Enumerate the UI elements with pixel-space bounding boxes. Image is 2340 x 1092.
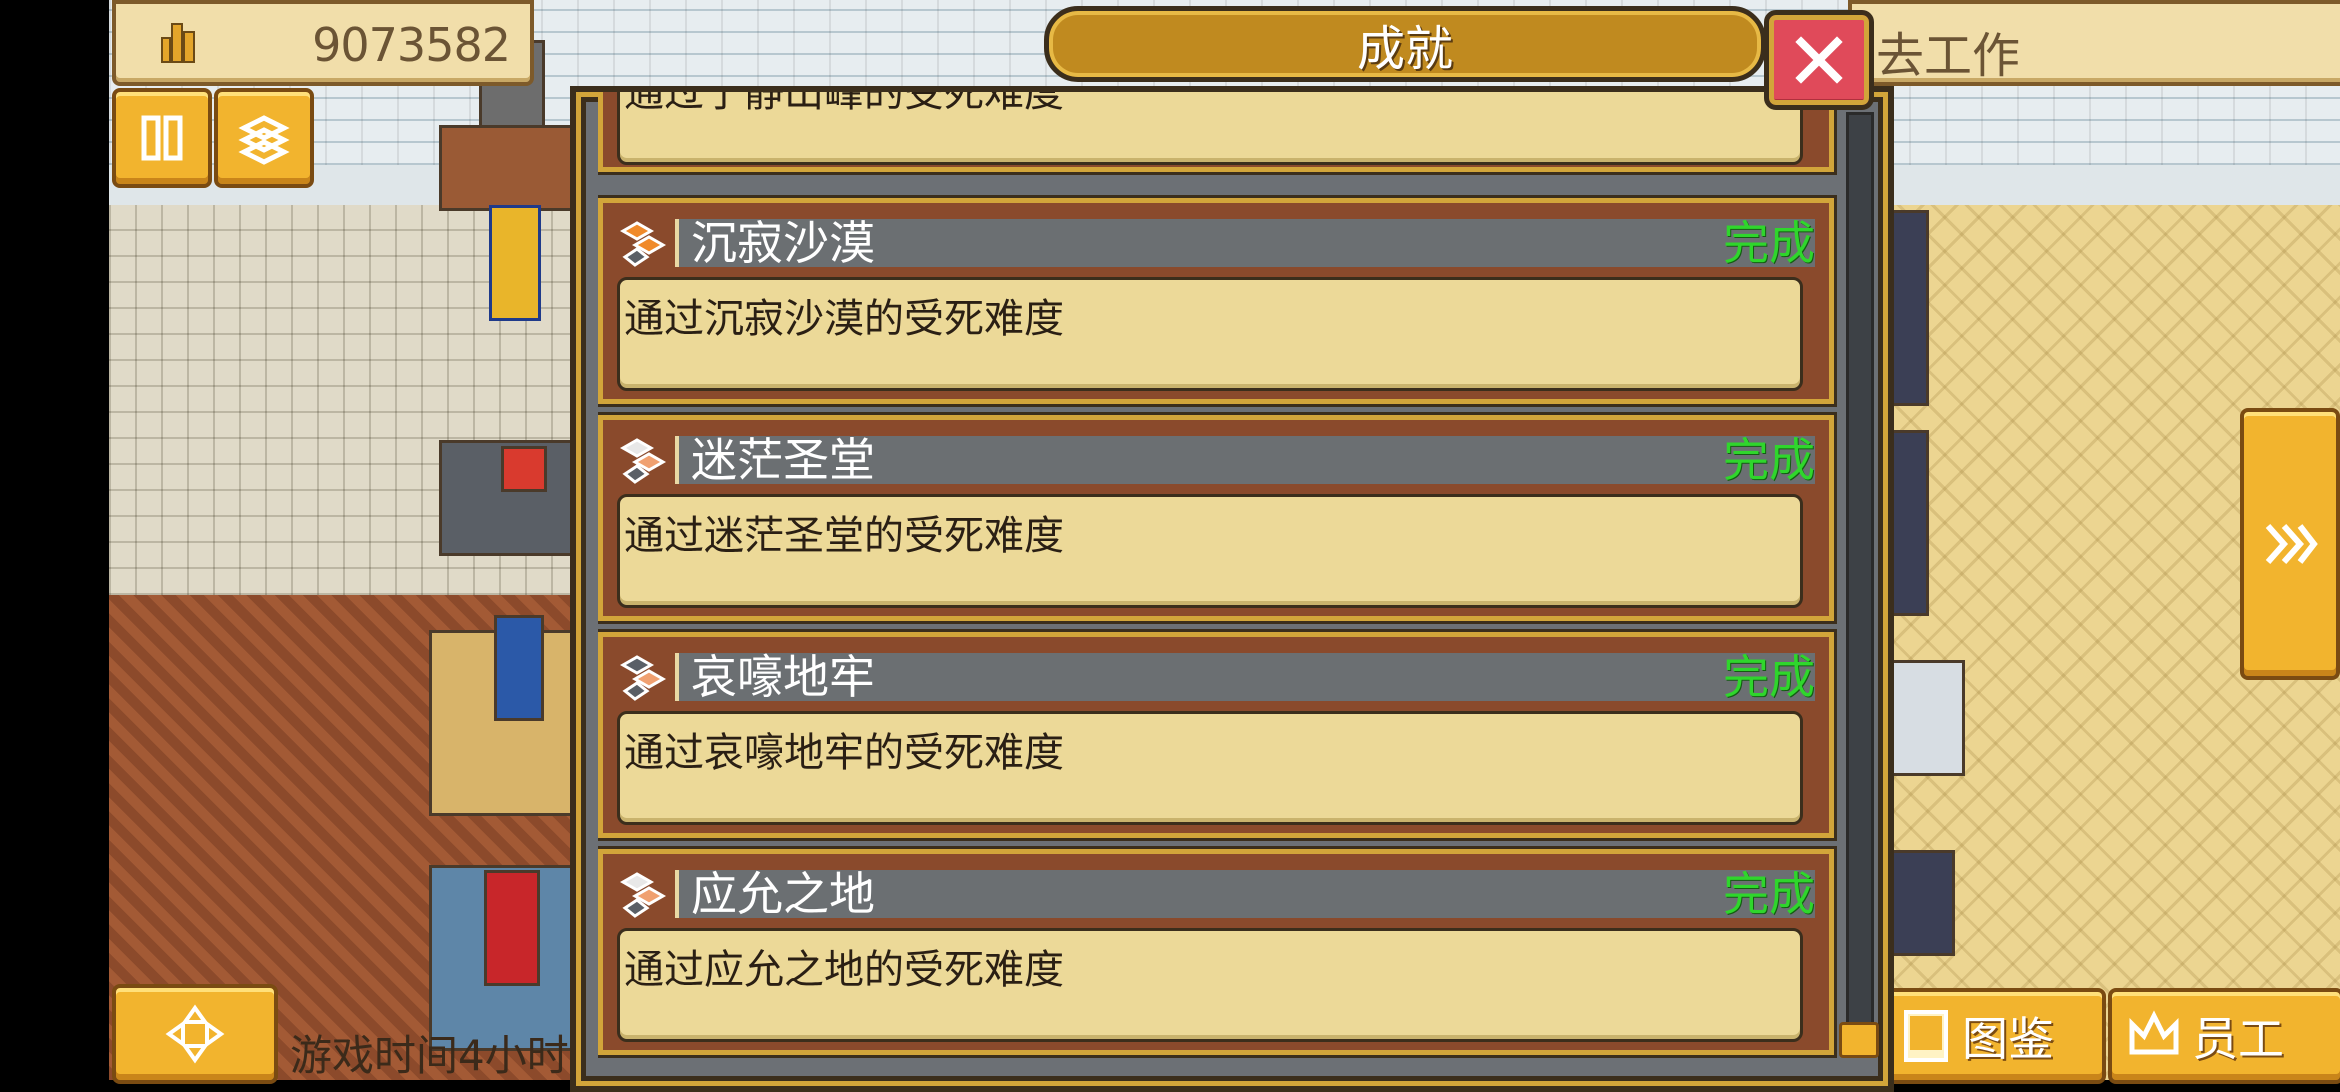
achievement-status: 完成 [1723,216,1815,270]
achievement-name: 应允之地 [691,867,875,921]
staff-button[interactable]: 员工 [2108,988,2340,1084]
flag-icon [619,655,667,701]
achievement-card: 沉寂沙漠 完成 通过沉寂沙漠的受死难度 [598,195,1837,407]
money-value: 9073582 [312,18,511,72]
map-icon [238,115,290,165]
achievement-card: 通过宁静山峰的受死难度 [598,92,1837,175]
move-camera-button[interactable] [112,984,278,1084]
dpad-icon [165,1004,225,1064]
book-icon [1904,1010,1948,1062]
achievement-name-bar: 应允之地 完成 [675,870,1815,918]
achievement-list[interactable]: 通过宁静山峰的受死难度 沉寂沙漠 完成 通过沉寂沙漠的受死难度 迷茫圣堂 完成 … [598,92,1838,1062]
achievement-header: 沉寂沙漠 完成 [617,213,1815,269]
knight-npc-2[interactable] [1889,430,1929,616]
achievement-header: 应允之地 完成 [617,864,1815,920]
horse-npc[interactable] [1889,660,1965,776]
achievement-header: 哀嚎地牢 完成 [617,647,1815,703]
king-npc[interactable] [489,205,541,321]
pause-icon [141,115,183,161]
achievement-dialog: 通过宁静山峰的受死难度 沉寂沙漠 完成 通过沉寂沙漠的受死难度 迷茫圣堂 完成 … [570,86,1894,1092]
achievement-description: 通过迷茫圣堂的受死难度 [624,513,1064,559]
achievement-body: 通过迷茫圣堂的受死难度 [617,494,1803,608]
game-time-label: 游戏时间4小时 [290,1031,569,1080]
achievement-name: 沉寂沙漠 [691,216,875,270]
achievement-card: 哀嚎地牢 完成 通过哀嚎地牢的受死难度 [598,629,1837,841]
knight-npc-3[interactable] [1889,850,1955,956]
close-button[interactable] [1764,10,1874,110]
scrollbar-thumb[interactable] [1839,1022,1879,1058]
achievement-body: 通过哀嚎地牢的受死难度 [617,711,1803,825]
guide-label: 图鉴 [1962,1012,2054,1066]
achievement-description: 通过宁静山峰的受死难度 [624,92,1064,116]
buildings-icon [161,23,195,63]
achievement-description: 通过沉寂沙漠的受死难度 [624,296,1064,342]
job-panel[interactable]: 去工作 [1848,0,2340,86]
job-text: 去工作 [1876,28,2021,84]
map-button[interactable] [214,88,314,188]
achievement-card: 迷茫圣堂 完成 通过迷茫圣堂的受死难度 [598,412,1837,624]
guide-button[interactable]: 图鉴 [1882,988,2106,1084]
flag-icon [619,221,667,267]
expand-right-button[interactable] [2240,408,2340,680]
staff-label: 员工 [2192,1012,2284,1066]
achievement-body: 通过沉寂沙漠的受死难度 [617,277,1803,391]
achievement-description: 通过应允之地的受死难度 [624,947,1064,993]
achievement-header: 迷茫圣堂 完成 [617,430,1815,486]
achievement-body: 通过应允之地的受死难度 [617,928,1803,1042]
achievement-name-bar: 沉寂沙漠 完成 [675,219,1815,267]
achievement-status: 完成 [1723,650,1815,704]
merchant-npc[interactable] [494,615,544,721]
double-chevron-right-icon [2265,524,2318,564]
dialog-title-bar: 成就 [1044,6,1766,82]
mage-npc[interactable] [484,870,540,986]
dialog-title: 成就 [1356,21,1453,77]
money-panel: 9073582 [112,0,534,86]
close-icon [1795,36,1843,84]
achievement-status: 完成 [1723,867,1815,921]
forge[interactable] [439,125,585,211]
crown-icon [2129,1010,2179,1055]
achievement-name-bar: 哀嚎地牢 完成 [675,653,1815,701]
flag-icon [619,872,667,918]
achievement-status: 完成 [1723,433,1815,487]
knight-npc-1[interactable] [1889,210,1929,406]
achievement-description: 通过哀嚎地牢的受死难度 [624,730,1064,776]
scrollbar-track[interactable] [1846,112,1874,1058]
achievement-card: 应允之地 完成 通过应允之地的受死难度 [598,846,1837,1058]
red-screen [501,446,547,492]
achievement-name-bar: 迷茫圣堂 完成 [675,436,1815,484]
achievement-name: 哀嚎地牢 [691,650,875,704]
pause-button[interactable] [112,88,212,188]
achievement-body: 通过宁静山峰的受死难度 [617,92,1803,165]
achievement-name: 迷茫圣堂 [691,433,875,487]
flag-icon [619,438,667,484]
